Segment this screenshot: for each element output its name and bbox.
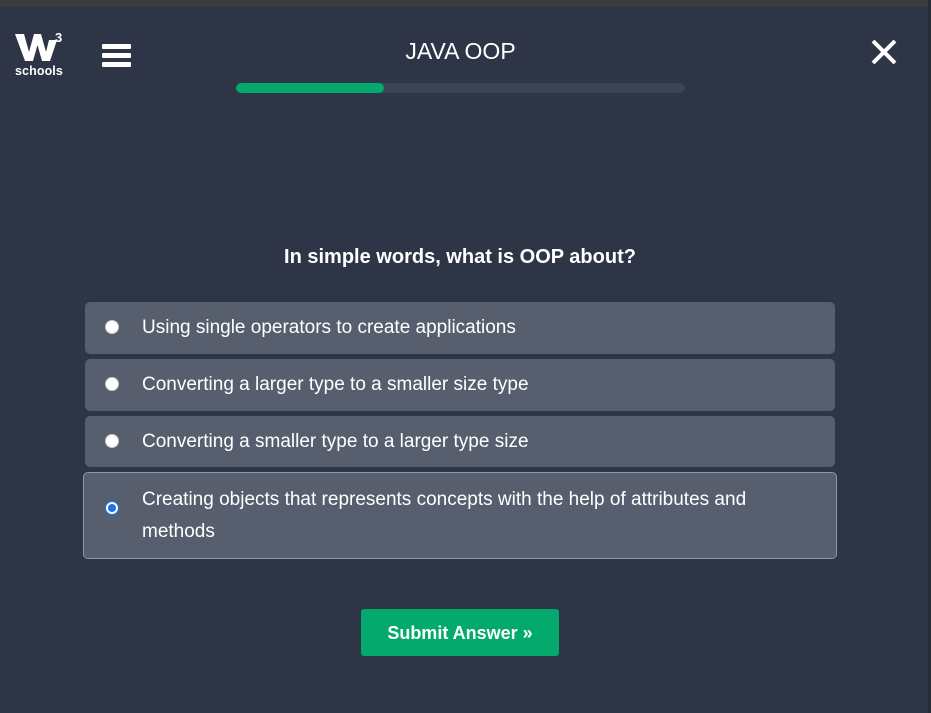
submit-answer-button[interactable]: Submit Answer » [361, 609, 559, 656]
logo-superscript: 3 [55, 30, 63, 45]
radio-button-selected[interactable] [105, 501, 119, 515]
close-icon[interactable] [870, 38, 898, 66]
quiz-title: JAVA OOP [405, 38, 516, 64]
radio-button[interactable] [105, 377, 119, 391]
quiz-progress-fill [236, 83, 385, 93]
logo-text: schools [15, 64, 63, 78]
answer-option[interactable]: Using single operators to create applica… [85, 302, 835, 354]
answer-option-label: Converting a larger type to a smaller si… [142, 374, 529, 395]
answer-option-label: Converting a smaller type to a larger ty… [142, 431, 529, 452]
menu-bar [102, 62, 131, 67]
answer-option-label: Creating objects that represents concept… [142, 489, 747, 542]
close-x-glyph [871, 39, 897, 65]
answer-option-label: Using single operators to create applica… [142, 317, 516, 338]
answer-option-selected[interactable]: Creating objects that represents concept… [83, 472, 837, 559]
answer-option[interactable]: Converting a smaller type to a larger ty… [85, 416, 835, 467]
window-top-strip [0, 0, 931, 7]
quiz-progress-bar [236, 83, 685, 93]
answer-options: Using single operators to create applica… [83, 302, 837, 564]
answer-option[interactable]: Converting a larger type to a smaller si… [85, 359, 835, 411]
hamburger-menu-icon[interactable] [100, 41, 132, 71]
w3-logo-icon [15, 34, 57, 61]
menu-bar [102, 53, 131, 58]
radio-button[interactable] [105, 320, 119, 334]
quiz-question: In simple words, what is OOP about? [284, 246, 636, 268]
radio-button[interactable] [105, 434, 119, 448]
w3schools-logo[interactable]: 3 schools [15, 30, 67, 82]
menu-bar [102, 44, 131, 49]
